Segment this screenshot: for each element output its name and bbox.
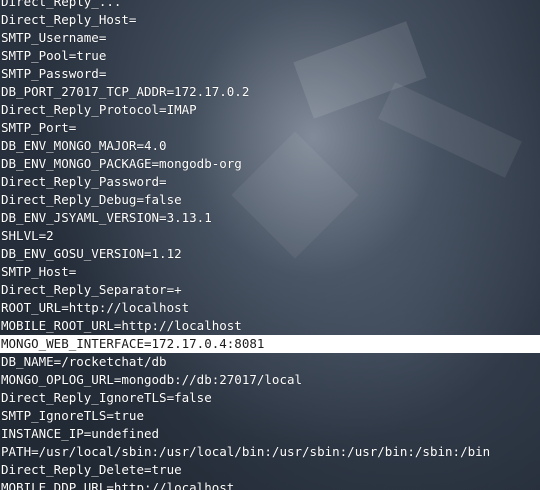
terminal-line: MOBILE_DDP_URL=http://localhost	[1, 480, 235, 490]
terminal-line: Direct_Reply_Delete=true	[1, 462, 182, 477]
terminal-line: DB_NAME=/rocketchat/db	[1, 354, 167, 369]
terminal-line: Direct_Reply_Debug=false	[1, 192, 182, 207]
terminal-line: DB_PORT_27017_TCP_ADDR=172.17.0.2	[1, 84, 250, 99]
terminal-line: DB_ENV_JSYAML_VERSION=3.13.1	[1, 210, 212, 225]
terminal-line: MOBILE_ROOT_URL=http://localhost	[1, 318, 242, 333]
terminal-line: Direct_Reply_...	[1, 0, 122, 9]
terminal-line: PATH=/usr/local/sbin:/usr/local/bin:/usr…	[1, 444, 491, 459]
terminal-line: DB_ENV_MONGO_MAJOR=4.0	[1, 138, 167, 153]
terminal-line: SMTP_Pool=true	[1, 48, 107, 63]
terminal-output[interactable]: Direct_Reply_... Direct_Reply_Host= SMTP…	[0, 0, 540, 490]
terminal-line: Direct_Reply_Protocol=IMAP	[1, 102, 197, 117]
terminal-line: ROOT_URL=http://localhost	[1, 300, 190, 315]
terminal-line: SHLVL=2	[1, 228, 54, 243]
terminal-line-selected[interactable]: MONGO_WEB_INTERFACE=172.17.0.4:8081	[0, 335, 540, 353]
terminal-line: Direct_Reply_Separator=+	[1, 282, 182, 297]
terminal-line: Direct_Reply_Password=	[1, 174, 167, 189]
terminal-line: SMTP_Username=	[1, 30, 107, 45]
terminal-line: SMTP_Password=	[1, 66, 107, 81]
terminal-line: SMTP_Host=	[1, 264, 77, 279]
terminal-line: SMTP_Port=	[1, 120, 77, 135]
terminal-line: DB_ENV_MONGO_PACKAGE=mongodb-org	[1, 156, 242, 171]
terminal-line: SMTP_IgnoreTLS=true	[1, 408, 144, 423]
terminal-line: MONGO_OPLOG_URL=mongodb://db:27017/local	[1, 372, 303, 387]
terminal-line: Direct_Reply_Host=	[1, 12, 137, 27]
terminal-line: DB_ENV_GOSU_VERSION=1.12	[1, 246, 182, 261]
terminal-line: Direct_Reply_IgnoreTLS=false	[1, 390, 212, 405]
terminal-line: INSTANCE_IP=undefined	[1, 426, 160, 441]
